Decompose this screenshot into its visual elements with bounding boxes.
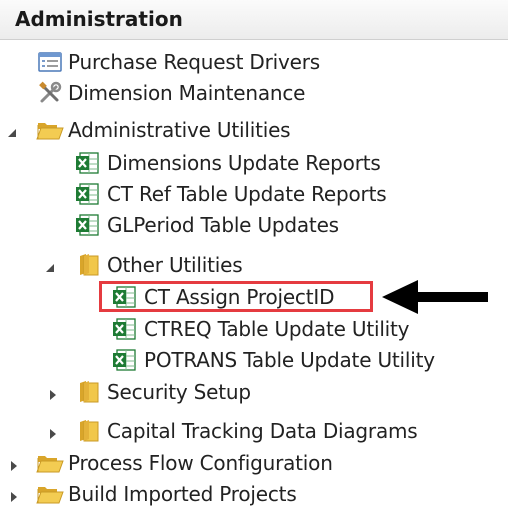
folder-icon — [76, 252, 102, 278]
tree-item-label: Capital Tracking Data Diagrams — [107, 419, 418, 443]
excel-icon — [74, 150, 100, 176]
form-list-icon — [37, 49, 63, 75]
tree-item-security-setup[interactable]: Security Setup — [0, 377, 508, 407]
tree-item-label: POTRANS Table Update Utility — [144, 348, 435, 372]
tree-item-label: Process Flow Configuration — [68, 451, 333, 475]
folder-icon — [76, 379, 102, 405]
tree-item-label: GLPeriod Table Updates — [107, 213, 339, 237]
tree-item-label: Administrative Utilities — [68, 118, 291, 142]
panel-header: Administration — [0, 0, 508, 40]
tree-item-capital-tracking-data-diagrams[interactable]: Capital Tracking Data Diagrams — [0, 416, 508, 446]
collapsed-triangle-icon[interactable] — [8, 457, 20, 471]
tree-item-label: Dimensions Update Reports — [107, 151, 381, 175]
open-folder-icon — [36, 450, 64, 476]
tree-item-administrative-utilities[interactable]: Administrative Utilities — [0, 115, 508, 145]
collapsed-triangle-icon[interactable] — [47, 386, 59, 400]
collapsed-triangle-icon[interactable] — [8, 488, 20, 502]
excel-icon — [111, 316, 137, 342]
collapsed-triangle-icon[interactable] — [47, 425, 59, 439]
excel-icon — [111, 347, 137, 373]
folder-icon — [76, 418, 102, 444]
excel-icon — [74, 181, 100, 207]
tree-item-other-utilities[interactable]: Other Utilities — [0, 250, 508, 280]
tree-item-label: Purchase Request Drivers — [68, 50, 320, 74]
highlight-box — [99, 281, 373, 312]
tree-item-ct-ref-table-update-reports[interactable]: CT Ref Table Update Reports — [0, 179, 508, 209]
tools-icon — [37, 80, 63, 106]
arrow-left-icon — [380, 277, 490, 317]
administration-panel: Administration Purchase Request Drivers — [0, 0, 508, 507]
tree-item-label: CT Ref Table Update Reports — [107, 182, 387, 206]
tree-item-label: Security Setup — [107, 380, 251, 404]
open-folder-icon — [36, 117, 64, 143]
tree-item-dimension-maintenance[interactable]: Dimension Maintenance — [0, 78, 508, 108]
expanded-triangle-icon[interactable] — [44, 259, 56, 272]
tree-item-glperiod-table-updates[interactable]: GLPeriod Table Updates — [0, 210, 508, 240]
tree-item-potrans-table-update-utility[interactable]: POTRANS Table Update Utility — [0, 345, 508, 375]
tree-item-dimensions-update-reports[interactable]: Dimensions Update Reports — [0, 148, 508, 178]
panel-title: Administration — [15, 7, 183, 31]
tree-item-ctreq-table-update-utility[interactable]: CTREQ Table Update Utility — [0, 314, 508, 344]
tree-item-label: Dimension Maintenance — [68, 81, 306, 105]
tree-item-purchase-request-drivers[interactable]: Purchase Request Drivers — [0, 47, 508, 77]
open-folder-icon — [36, 481, 64, 507]
tree-item-label: CTREQ Table Update Utility — [144, 317, 410, 341]
tree-item-label: Other Utilities — [107, 253, 243, 277]
expanded-triangle-icon[interactable] — [6, 124, 18, 137]
tree-item-process-flow-configuration[interactable]: Process Flow Configuration — [0, 448, 508, 478]
excel-icon — [74, 212, 100, 238]
